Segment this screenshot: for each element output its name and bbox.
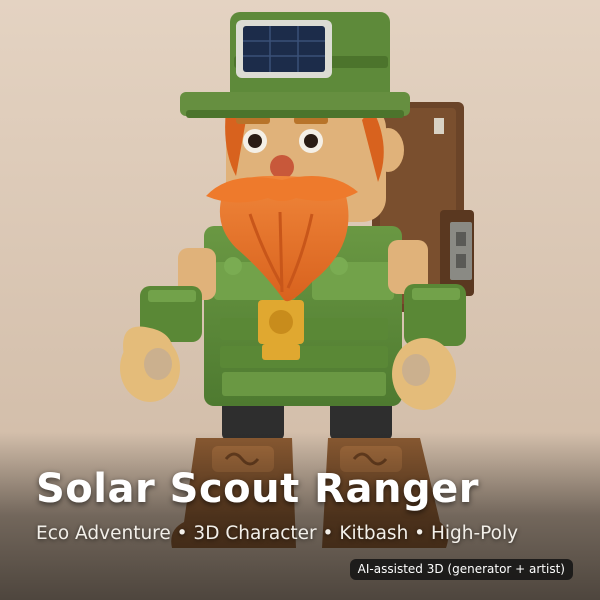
tagline: Eco Adventure • 3D Character • Kitbash •…	[36, 523, 519, 544]
page-title: Solar Scout Ranger	[36, 466, 479, 512]
ai-badge: AI-assisted 3D (generator + artist)	[349, 559, 573, 580]
